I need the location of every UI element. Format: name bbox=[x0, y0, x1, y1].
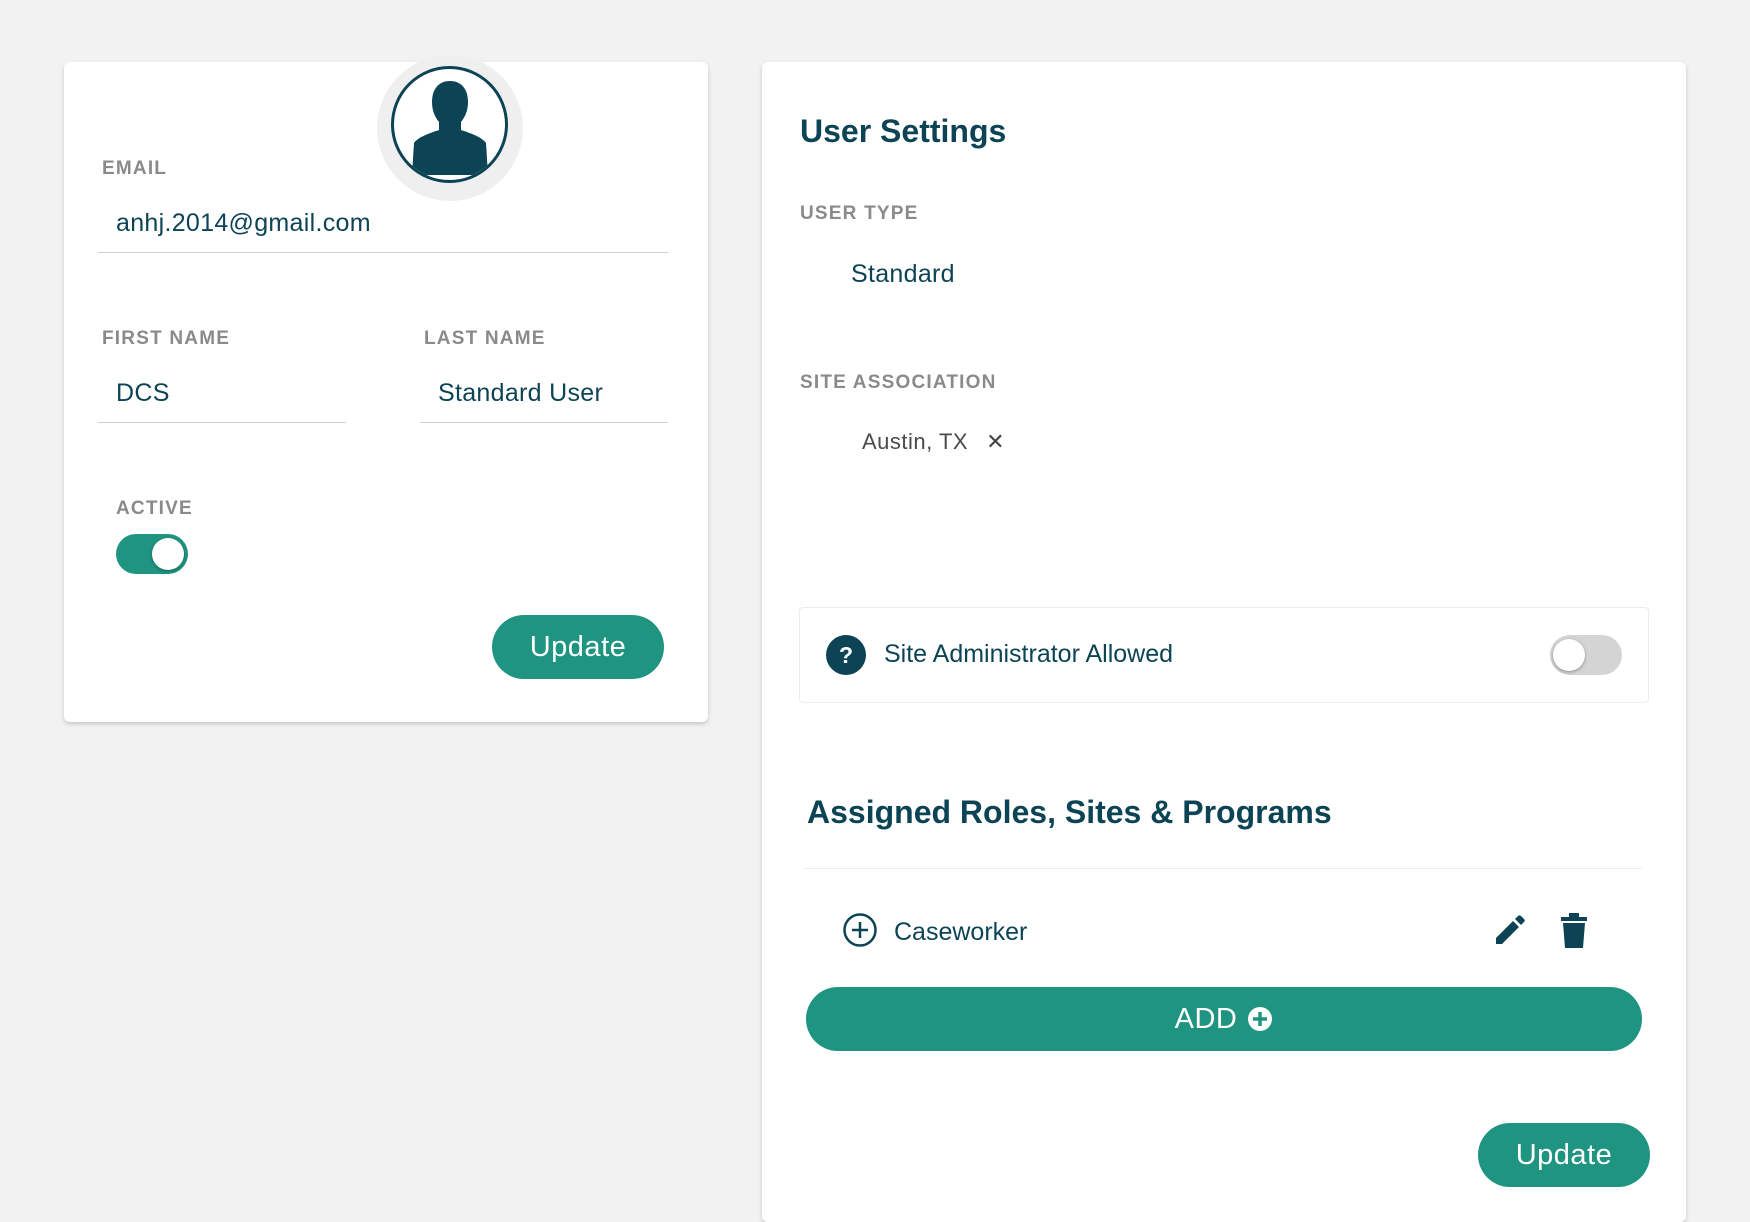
user-type-label: USER TYPE bbox=[800, 203, 919, 224]
role-row: Caseworker bbox=[842, 910, 1622, 958]
site-chip: Austin, TX ✕ bbox=[862, 429, 1005, 455]
email-field[interactable]: anhj.2014@gmail.com bbox=[98, 209, 668, 253]
active-toggle[interactable] bbox=[116, 534, 188, 574]
add-role-button[interactable]: ADD bbox=[806, 987, 1642, 1051]
user-type-value[interactable]: Standard bbox=[851, 260, 955, 289]
avatar[interactable] bbox=[391, 66, 508, 183]
role-name: Caseworker bbox=[894, 918, 1028, 946]
active-label: ACTIVE bbox=[116, 498, 193, 519]
divider bbox=[804, 868, 1642, 869]
profile-card: EMAIL anhj.2014@gmail.com FIRST NAME DCS… bbox=[64, 55, 708, 722]
toggle-knob bbox=[152, 538, 184, 570]
trash-icon[interactable] bbox=[1559, 912, 1589, 950]
settings-card: User Settings USER TYPE Standard SITE AS… bbox=[762, 62, 1686, 1222]
site-chip-label: Austin, TX bbox=[862, 429, 969, 454]
first-name-label: FIRST NAME bbox=[102, 328, 231, 349]
close-icon[interactable]: ✕ bbox=[986, 429, 1005, 455]
plus-circle-icon[interactable] bbox=[842, 912, 878, 948]
roles-title: Assigned Roles, Sites & Programs bbox=[807, 794, 1332, 830]
settings-update-button[interactable]: Update bbox=[1478, 1123, 1650, 1187]
profile-update-button[interactable]: Update bbox=[492, 615, 664, 679]
first-name-field[interactable]: DCS bbox=[98, 379, 346, 423]
plus-circle-filled-icon bbox=[1248, 1007, 1273, 1031]
site-admin-box: ? Site Administrator Allowed bbox=[799, 607, 1649, 703]
site-admin-toggle[interactable] bbox=[1550, 635, 1622, 675]
toggle-knob bbox=[1553, 639, 1585, 671]
pencil-icon[interactable] bbox=[1492, 912, 1528, 948]
help-icon[interactable]: ? bbox=[826, 635, 866, 675]
email-label: EMAIL bbox=[102, 158, 168, 179]
add-label: ADD bbox=[1174, 1002, 1238, 1035]
last-name-label: LAST NAME bbox=[424, 328, 546, 349]
site-association-label: SITE ASSOCIATION bbox=[800, 372, 997, 393]
last-name-field[interactable]: Standard User bbox=[420, 379, 668, 423]
user-silhouette-icon bbox=[411, 80, 488, 175]
user-settings-title: User Settings bbox=[800, 113, 1007, 149]
site-admin-label: Site Administrator Allowed bbox=[884, 640, 1174, 668]
